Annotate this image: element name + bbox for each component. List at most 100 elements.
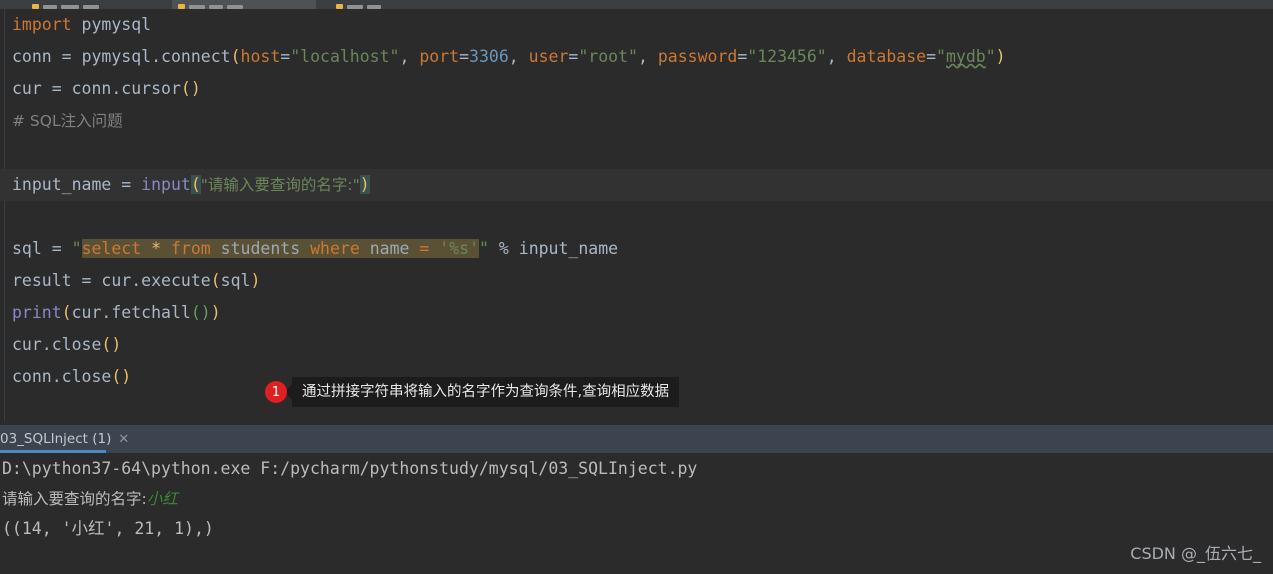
token-sql-star: * [151,239,162,258]
console-line-result: ((14, '小红', 21, 1),) [2,519,214,538]
token-lparen: ( [101,335,112,354]
code-line-11[interactable]: cur.close() [0,329,1273,361]
token-sql-column: name [369,239,410,258]
token-kwarg-database: database [846,47,927,66]
token-lparen-inner: ( [190,303,201,322]
token-comment: # SQL注入问题 [12,112,123,130]
token-var-cur: cur [12,79,42,98]
editor-tab-strip[interactable] [0,0,1273,9]
token-builtin-input: input [141,175,191,194]
token-quote: " [985,47,996,66]
token-comma: , [399,47,420,66]
token-rparen: ) [250,271,261,290]
token-quote-open: " [71,239,82,258]
token-builtin-print: print [12,303,62,322]
csdn-watermark: CSDN @_伍六七_ [1130,544,1261,563]
token-quote-close: " [479,239,489,258]
token-value-user: "root" [578,47,638,66]
token-value-database: mydb [945,47,986,66]
token-eq: = [926,47,937,66]
token-import-keyword: import [12,15,72,34]
code-line-6[interactable]: input_name = input("请输入要查询的名字:") [0,169,1273,201]
token-rparen-inner: ) [200,303,211,322]
token-sql-equals: = [419,239,430,258]
console-tab-03-sqlinject[interactable]: 03_SQLInject (1) ✕ [0,425,137,453]
token-call-connect: pymysql.connect [81,47,231,66]
token-assign: = [41,239,72,258]
console-tab-label: 03_SQLInject (1) [0,431,112,447]
token-sql-from: from [170,239,211,258]
token-kwarg-password: password [657,47,738,66]
token-quote: " [936,47,946,66]
token-call-execute: cur.execute [101,271,211,290]
console-user-input: 小红 [146,490,178,508]
token-call-cur-close: cur.close [12,335,102,354]
editor-tab-1[interactable] [26,0,151,9]
token-rparen: ) [190,79,201,98]
token-value-password: "123456" [747,47,827,66]
token-module-pymysql: pymysql [81,15,152,34]
console-prompt-text: 请输入要查询的名字: [2,490,147,508]
token-lparen: ( [210,271,221,290]
token-eq: = [568,47,579,66]
token-assign: = [51,47,82,66]
code-line-9[interactable]: result = cur.execute(sql) [0,265,1273,297]
close-icon[interactable]: ✕ [118,432,129,447]
code-line-1[interactable]: import pymysql [0,9,1273,41]
token-var-sql: sql [12,239,42,258]
token-rparen: ) [210,303,221,322]
token-call-cursor: conn.cursor [71,79,181,98]
console-line-prompt: 请输入要查询的名字:小红 [0,485,1273,513]
code-line-4[interactable]: # SQL注入问题 [0,105,1273,137]
token-value-host: "localhost" [290,47,400,66]
token-rparen-highlight: ) [359,175,370,194]
token-sql-table: students [220,239,301,258]
annotation-badge: 1 [265,381,287,403]
code-line-5[interactable] [0,137,1273,169]
console-line-command: D:\python37-64\python.exe F:/pycharm/pyt… [2,459,698,478]
token-rparen: ) [111,335,122,354]
token-lparen-highlight: ( [190,175,201,194]
token-kwarg-port: port [419,47,460,66]
annotation-callout: 1 通过拼接字符串将输入的名字作为查询条件,查询相应数据 [265,377,680,407]
token-eq: = [737,47,748,66]
code-line-8[interactable]: sql = "select * from students where name… [0,233,1273,265]
token-call-conn-close: conn.close [12,367,112,386]
code-line-2[interactable]: conn = pymysql.connect(host = "localhost",… [0,41,1273,73]
token-string-format: % input_name [488,239,619,258]
token-call-fetchall: cur.fetchall [71,303,191,322]
token-sql-placeholder: '%s' [439,239,480,258]
token-comma: , [637,47,658,66]
token-assign: = [41,79,72,98]
editor-tab-3[interactable] [330,0,450,9]
code-line-10[interactable]: print(cur.fetchall()) [0,297,1273,329]
editor-tab-active[interactable] [172,0,316,9]
code-line-3[interactable]: cur = conn.cursor() [0,73,1273,105]
token-lparen: ( [230,47,241,66]
code-editor[interactable]: import pymysql conn = pymysql.connect(ho… [0,9,1273,421]
token-kwarg-host: host [240,47,281,66]
token-input-prompt-string: "请输入要查询的名字:" [200,176,360,194]
token-assign: = [71,271,102,290]
token-rparen: ) [121,367,132,386]
token-var-input-name: input_name [12,175,112,194]
injected-sql-fragment: select * from students where name = '%s' [81,239,480,258]
code-line-7[interactable] [0,201,1273,233]
run-console-output[interactable]: D:\python37-64\python.exe F:/pycharm/pyt… [0,453,1273,574]
token-lparen: ( [180,79,191,98]
token-lparen: ( [61,303,72,322]
token-lparen: ( [111,367,122,386]
token-sql-where: where [310,239,360,258]
token-kwarg-user: user [528,47,569,66]
annotation-text: 通过拼接字符串将输入的名字作为查询条件,查询相应数据 [292,377,680,407]
token-var-conn: conn [12,47,52,66]
token-comma: , [508,47,529,66]
console-tab-bar[interactable]: 03_SQLInject (1) ✕ [0,425,1273,453]
